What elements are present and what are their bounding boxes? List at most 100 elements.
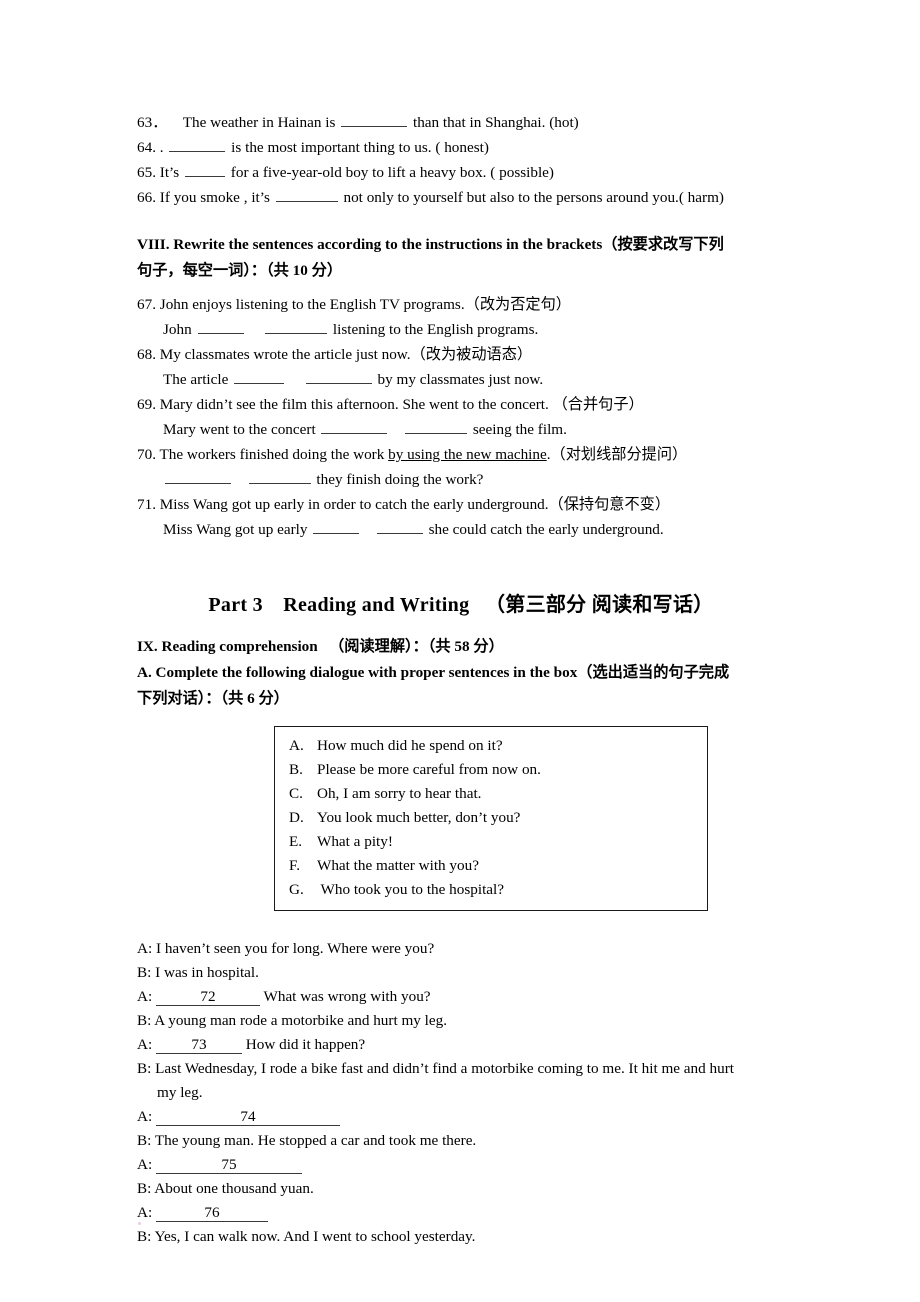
question-69-blank-2[interactable]: [405, 419, 468, 434]
question-67-blank-2[interactable]: [265, 319, 328, 334]
question-67-number: 67.: [137, 296, 156, 313]
option-text-d: You look much better, don’t you?: [317, 809, 521, 826]
question-71-number: 71.: [137, 496, 156, 513]
section-viii-heading-line2: 句子，每空一词）：（共 10 分）: [137, 262, 343, 279]
option-item-e[interactable]: E. What a pity!: [275, 830, 707, 854]
question-71-answer: Miss Wang got up early she could catch t…: [137, 517, 785, 542]
option-item-c[interactable]: C. Oh, I am sorry to hear that.: [275, 782, 707, 806]
dialogue-line-3-speaker: A:: [137, 988, 153, 1005]
question-67-blank-1[interactable]: [197, 319, 244, 334]
option-letter-g: G.: [289, 881, 304, 898]
option-text-e: What a pity!: [317, 833, 393, 850]
dialogue-line-3: A: 72 What was wrong with you?: [137, 985, 785, 1009]
question-68-answer-pre: The article: [163, 371, 229, 388]
document-page: 63． The weather in Hainan is than that i…: [0, 0, 920, 1302]
question-71-blank-1[interactable]: [313, 519, 360, 534]
dialogue-line-11-speaker: A:: [137, 1204, 153, 1221]
dialogue-line-5: A: 73 How did it happen?: [137, 1033, 785, 1057]
option-item-a[interactable]: A. How much did he spend on it?: [275, 734, 707, 758]
dialogue-line-7-speaker: A:: [137, 1108, 153, 1125]
option-text-f: What the matter with you?: [317, 857, 479, 874]
question-66-text-pre: If you smoke , it’s: [159, 189, 270, 206]
option-text-a: How much did he spend on it?: [317, 737, 503, 754]
dialogue-line-3-text: What was wrong with you?: [263, 988, 431, 1005]
question-67-answer-pre: John: [163, 321, 192, 338]
question-71-prompt-text: Miss Wang got up early in order to catch…: [159, 496, 671, 513]
question-67-answer-post: listening to the English programs.: [332, 321, 539, 338]
question-69-prompt: 69. Mary didn’t see the film this aftern…: [137, 392, 785, 417]
question-68-answer: The article by my classmates just now.: [137, 367, 785, 392]
option-text-c: Oh, I am sorry to hear that.: [317, 785, 482, 802]
question-68-blank-1[interactable]: [234, 369, 285, 384]
dialogue-line-9-speaker: A:: [137, 1156, 153, 1173]
option-text-b: Please be more careful from now on.: [317, 761, 541, 778]
question-67-prompt-text: John enjoys listening to the English TV …: [159, 296, 571, 313]
question-68-blank-2[interactable]: [305, 369, 372, 384]
question-65-text-pre: It’s: [159, 164, 180, 181]
question-68-answer-post: by my classmates just now.: [377, 371, 544, 388]
question-66-text-post: not only to yourself but also to the per…: [343, 189, 724, 206]
question-70-prompt-pre: The workers finished doing the work: [159, 446, 389, 463]
dialogue-blank-75[interactable]: 75: [155, 1157, 302, 1174]
question-65-text-post: for a five-year-old boy to lift a heavy …: [230, 164, 554, 181]
question-66-blank[interactable]: [275, 187, 338, 202]
question-63-number: 63．: [137, 114, 168, 131]
question-70-blank-2[interactable]: [248, 469, 311, 484]
dialogue-blank-73[interactable]: 73: [155, 1037, 242, 1054]
option-item-f[interactable]: F. What the matter with you?: [275, 854, 707, 878]
option-letter-a: A.: [289, 737, 304, 754]
question-65-number: 65.: [137, 164, 156, 181]
dialogue-line-12: B: Yes, I can walk now. And I went to sc…: [137, 1228, 476, 1245]
option-letter-f: F.: [289, 857, 301, 874]
question-69-blank-1[interactable]: [321, 419, 388, 434]
question-66-number: 66.: [137, 189, 156, 206]
question-69-prompt-text: Mary didn’t see the film this afternoon.…: [159, 396, 644, 413]
option-letter-c: C.: [289, 785, 303, 802]
option-item-b[interactable]: B. Please be more careful from now on.: [275, 758, 707, 782]
question-67-answer: John listening to the English programs.: [137, 317, 785, 342]
question-64-number: 64. .: [137, 139, 164, 156]
question-70-prompt-post: .（对划线部分提问）: [546, 446, 688, 463]
dialogue-line-5-speaker: A:: [137, 1036, 153, 1053]
dialogue-line-2: B: I was in hospital.: [137, 964, 259, 981]
dialogue-line-11: A: 76: [137, 1201, 785, 1225]
dialogue-line-4: B: A young man rode a motorbike and hurt…: [137, 1012, 448, 1029]
question-71-prompt: 71. Miss Wang got up early in order to c…: [137, 492, 785, 517]
option-item-d[interactable]: D. You look much better, don’t you?: [275, 806, 707, 830]
question-63-text-post: than that in Shanghai. (hot): [412, 114, 579, 131]
question-68-prompt-text: My classmates wrote the article just now…: [159, 346, 533, 363]
dialogue-line-9: A: 75: [137, 1153, 785, 1177]
options-box-wrapper: A. How much did he spend on it? B. Please …: [137, 726, 785, 911]
question-65: 65. It’s for a five-year-old boy to lift…: [137, 160, 785, 185]
question-64-blank[interactable]: [169, 137, 226, 152]
question-70-prompt: 70. The workers finished doing the work …: [137, 442, 785, 467]
dialogue-blank-74[interactable]: 74: [155, 1109, 340, 1126]
question-70-underlined-phrase: by using the new machine: [388, 446, 547, 463]
question-69-answer-pre: Mary went to the concert: [163, 421, 316, 438]
question-64-text-post: is the most important thing to us. ( hon…: [231, 139, 489, 156]
question-68-prompt: 68. My classmates wrote the article just…: [137, 342, 785, 367]
question-70-answer-post: they finish doing the work?: [316, 471, 484, 488]
question-63-blank[interactable]: [341, 112, 408, 127]
dialogue-line-6-part2: my leg.: [157, 1084, 203, 1101]
page-speck-mark: [138, 1222, 141, 1225]
dialogue-blank-76[interactable]: 76: [155, 1205, 268, 1222]
question-71-blank-2[interactable]: [376, 519, 423, 534]
option-text-g: Who took you to the hospital?: [317, 881, 505, 898]
question-71-answer-pre: Miss Wang got up early: [163, 521, 308, 538]
section-viii-heading-line1: VIII. Rewrite the sentences according to…: [137, 236, 724, 253]
question-69-answer: Mary went to the concert seeing the film…: [137, 417, 785, 442]
dialogue-blank-72[interactable]: 72: [155, 989, 260, 1006]
question-70-blank-1[interactable]: [165, 469, 231, 484]
question-69-number: 69.: [137, 396, 156, 413]
task-a-heading: A. Complete the following dialogue with …: [137, 660, 785, 712]
question-69-answer-post: seeing the film.: [472, 421, 567, 438]
option-letter-b: B.: [289, 761, 303, 778]
dialogue-line-6: B: Last Wednesday, I rode a bike fast an…: [137, 1057, 785, 1105]
dialogue-line-7: A: 74: [137, 1105, 785, 1129]
question-65-blank[interactable]: [185, 162, 225, 177]
question-63-text-pre: The weather in Hainan is: [182, 114, 336, 131]
question-67-prompt: 67. John enjoys listening to the English…: [137, 292, 785, 317]
question-64: 64. . is the most important thing to us.…: [137, 135, 785, 160]
option-item-g[interactable]: G. Who took you to the hospital?: [275, 878, 707, 902]
